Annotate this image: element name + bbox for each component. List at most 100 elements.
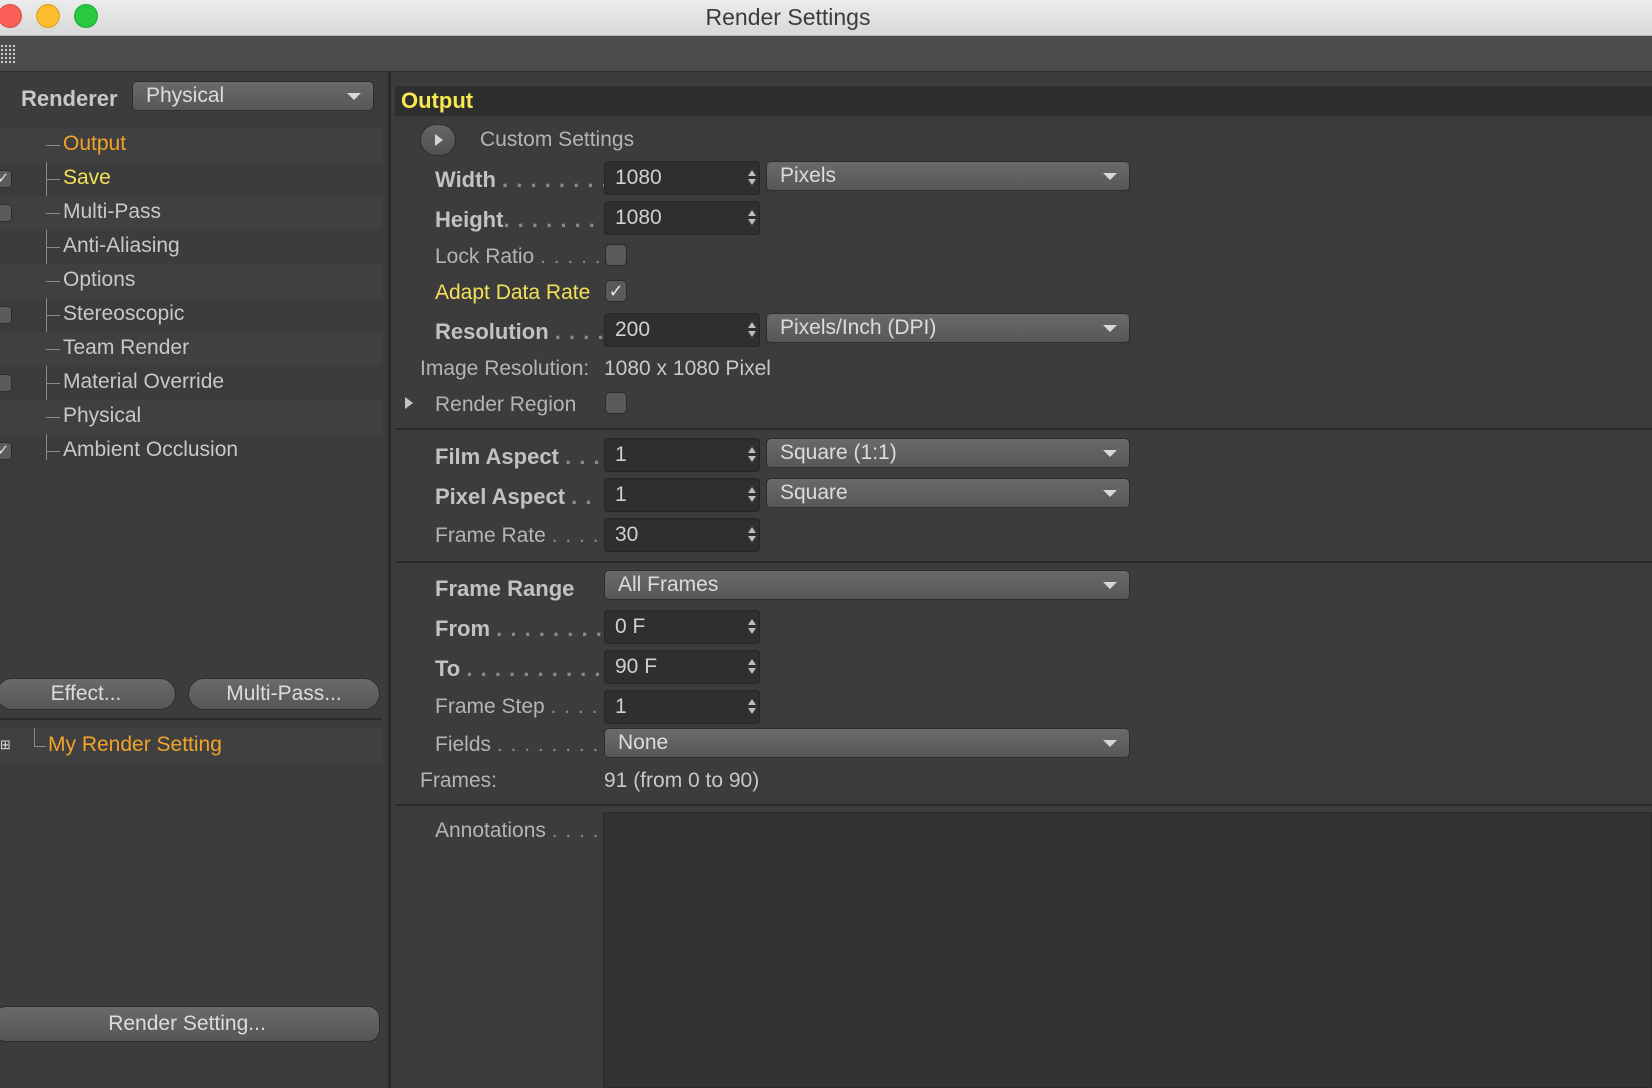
annotations-textarea[interactable] [603,812,1652,1088]
chevron-down-icon [1103,173,1117,180]
stepper-icon[interactable] [748,699,756,715]
stepper-icon[interactable] [748,527,756,543]
resolution-value: 200 [615,318,651,341]
lock-ratio-checkbox[interactable] [605,244,627,266]
effect-button[interactable]: Effect... [0,678,176,710]
resolution-field[interactable]: 200 [604,313,760,347]
pixel-aspect-label: Pixel Aspect . . [435,484,593,509]
height-field[interactable]: 1080 [604,201,760,235]
sidebar-item-ambient-occlusion[interactable]: ✓ Ambient Occlusion [0,434,382,468]
sidebar-item-label: Anti-Aliasing [63,234,180,257]
fields-dropdown[interactable]: None [604,728,1130,758]
pixel-aspect-preset: Square [780,481,848,504]
from-field[interactable]: 0 F [604,610,760,644]
material-override-enable-checkbox[interactable] [0,374,12,392]
settings-sidebar: Renderer Physical Output ✓ Save Multi-Pa… [0,72,388,1088]
frame-range-value: All Frames [618,573,719,596]
adapt-data-rate-label: Adapt Data Rate [435,281,591,304]
adapt-data-rate-checkbox[interactable]: ✓ [605,280,627,302]
renderer-value: Physical [146,84,225,107]
render-region-checkbox[interactable] [605,392,627,414]
frames-value: 91 (from 0 to 90) [604,769,760,792]
to-value: 90 F [615,655,658,678]
from-value: 0 F [615,615,646,638]
pixel-aspect-field[interactable]: 1 [604,478,760,512]
sidebar-item-material-override[interactable]: Material Override [0,366,382,400]
resolution-unit-value: Pixels/Inch (DPI) [780,316,937,339]
save-enable-checkbox[interactable]: ✓ [0,170,12,188]
width-unit-dropdown[interactable]: Pixels [766,161,1130,191]
frame-range-dropdown[interactable]: All Frames [604,570,1130,600]
chevron-down-icon [1103,740,1117,747]
disclosure-triangle-icon[interactable] [405,397,413,409]
stepper-icon[interactable] [748,619,756,635]
sidebar-item-label: Physical [63,404,142,427]
divider [395,561,1652,563]
fields-value: None [618,731,669,754]
frames-label: Frames: [420,769,498,792]
stepper-icon[interactable] [748,447,756,463]
sidebar-item-label: Team Render [63,336,190,359]
to-field[interactable]: 90 F [604,650,760,684]
resolution-label: Resolution . . . . [435,319,605,344]
stereoscopic-enable-checkbox[interactable] [0,306,12,324]
sidebar-item-multi-pass[interactable]: Multi-Pass [0,196,382,230]
divider [395,428,1652,430]
render-region-label: Render Region [435,393,577,416]
sidebar-item-label: Options [63,268,136,291]
film-aspect-label: Film Aspect . . . [435,444,601,469]
render-setting-name: My Render Setting [48,733,222,756]
multi-pass-enable-checkbox[interactable] [0,204,12,222]
section-title: Output [401,88,474,113]
from-label: From . . . . . . . . . . [435,616,632,641]
render-setting-button[interactable]: Render Setting... [0,1006,380,1042]
sidebar-item-team-render[interactable]: Team Render [0,332,382,366]
stepper-icon[interactable] [748,170,756,186]
stepper-icon[interactable] [748,487,756,503]
section-header: Output [395,86,1652,116]
custom-settings-button[interactable] [420,124,456,156]
stepper-icon[interactable] [748,659,756,675]
renderer-dropdown[interactable]: Physical [132,81,374,111]
pixel-aspect-value: 1 [615,483,627,506]
chevron-down-icon [1103,450,1117,457]
multi-pass-button[interactable]: Multi-Pass... [188,678,380,710]
renderer-label: Renderer [21,86,118,111]
sidebar-item-anti-aliasing[interactable]: Anti-Aliasing [0,230,382,264]
image-resolution-value: 1080 x 1080 Pixel [604,357,771,380]
sidebar-item-stereoscopic[interactable]: Stereoscopic [0,298,382,332]
expand-icon[interactable]: ⊞ [0,737,11,753]
film-aspect-field[interactable]: 1 [604,438,760,472]
height-value: 1080 [615,206,662,229]
chevron-down-icon [347,93,361,100]
width-unit-value: Pixels [780,164,837,187]
chevron-down-icon [1103,582,1117,589]
frame-range-label: Frame Range [435,576,575,601]
window-title: Render Settings [705,4,871,30]
fields-label: Fields . . . . . . . . . . [435,733,627,756]
sidebar-item-label: Output [63,132,127,155]
film-aspect-dropdown[interactable]: Square (1:1) [766,438,1130,468]
sidebar-item-options[interactable]: Options [0,264,382,298]
grip-handle-icon[interactable] [0,44,16,64]
film-aspect-preset: Square (1:1) [780,441,897,464]
toolbar-strip [0,36,1652,72]
resolution-unit-dropdown[interactable]: Pixels/Inch (DPI) [766,313,1130,343]
frame-rate-field[interactable]: 30 [604,518,760,552]
width-field[interactable]: 1080 [604,161,760,195]
frame-step-field[interactable]: 1 [604,690,760,724]
ambient-occlusion-enable-checkbox[interactable]: ✓ [0,442,12,460]
render-setting-item[interactable]: ⊞ My Render Setting [0,728,382,762]
sidebar-item-label: Stereoscopic [63,302,185,325]
frame-rate-value: 30 [615,523,639,546]
divider [395,804,1652,806]
sidebar-item-physical[interactable]: Physical [0,400,382,434]
sidebar-item-save[interactable]: ✓ Save [0,162,382,196]
frame-rate-label: Frame Rate . . . . [435,524,600,547]
image-resolution-label: Image Resolution: [420,357,590,380]
stepper-icon[interactable] [748,210,756,226]
sidebar-item-output[interactable]: Output [0,128,382,162]
film-aspect-value: 1 [615,443,627,466]
stepper-icon[interactable] [748,322,756,338]
pixel-aspect-dropdown[interactable]: Square [766,478,1130,508]
